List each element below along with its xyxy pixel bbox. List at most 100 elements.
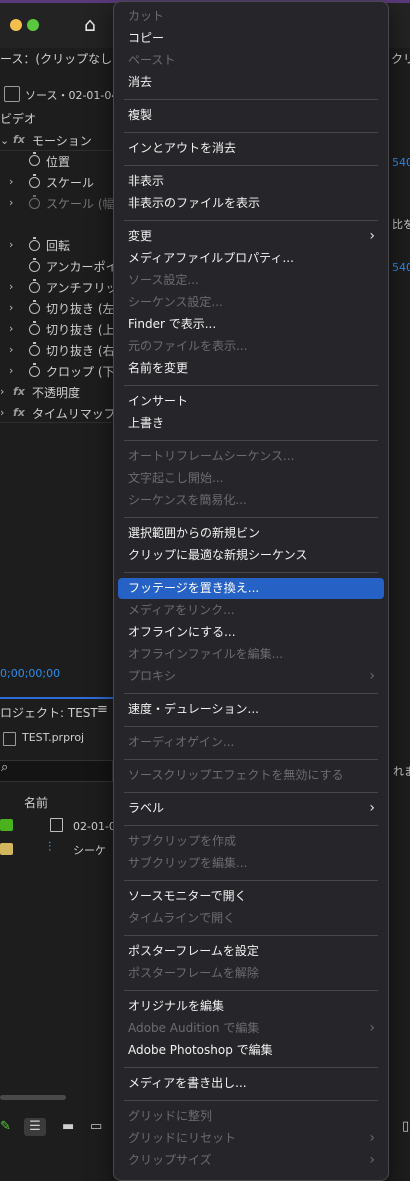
minimize-window-button[interactable] xyxy=(10,19,22,31)
property-antiflicker: アンチフリッ xyxy=(46,281,118,295)
project-item-sequence[interactable]: シーケ xyxy=(73,842,106,858)
menu-item: ソースクリップエフェクトを無効にする xyxy=(118,765,384,786)
icon-view-icon[interactable]: ▬ xyxy=(62,1118,74,1136)
menu-item[interactable]: 非表示のファイルを表示 xyxy=(118,193,384,214)
menu-item-label: Adobe Audition で編集 xyxy=(128,1021,260,1035)
menu-item[interactable]: メディアを書き出し... xyxy=(118,1073,384,1094)
menu-item-label: クリップに最適な新規シーケンス xyxy=(128,548,308,562)
menu-item[interactable]: インとアウトを消去 xyxy=(118,138,384,159)
menu-item[interactable]: ソースモニターで開く xyxy=(118,886,384,907)
chevron-right-icon[interactable]: › xyxy=(9,301,13,314)
menu-item[interactable]: フッテージを置き換え... xyxy=(118,578,384,599)
menu-item[interactable]: 非表示 xyxy=(118,171,384,192)
motion-expand-icon[interactable]: ⌄ xyxy=(0,134,9,147)
menu-separator xyxy=(124,880,378,881)
menu-separator xyxy=(124,220,378,221)
menu-item[interactable]: オリジナルを編集 xyxy=(118,996,384,1017)
submenu-chevron-icon: › xyxy=(369,800,375,816)
menu-item[interactable]: 複製 xyxy=(118,105,384,126)
menu-item[interactable]: オフラインにする... xyxy=(118,622,384,643)
chevron-right-icon[interactable]: › xyxy=(9,343,13,356)
menu-separator xyxy=(124,935,378,936)
menu-item[interactable]: 消去 xyxy=(118,72,384,93)
value-position[interactable]: 540 xyxy=(392,156,410,169)
menu-item[interactable]: インサート xyxy=(118,391,384,412)
chevron-right-icon[interactable]: › xyxy=(9,238,13,251)
menu-item[interactable]: ラベル › xyxy=(118,798,384,819)
menu-item[interactable]: 上書き xyxy=(118,413,384,434)
clip-icon xyxy=(4,86,20,102)
submenu-chevron-icon: › xyxy=(369,668,375,684)
chevron-right-icon[interactable]: › xyxy=(9,364,13,377)
stopwatch-icon[interactable] xyxy=(29,279,40,293)
menu-item-label: ポスターフレームを設定 xyxy=(128,944,259,958)
menu-item: メディアをリンク... xyxy=(118,600,384,621)
source-tab[interactable]: ソース・02-01-04 xyxy=(25,87,118,103)
menu-item: シーケンス設定... xyxy=(118,292,384,313)
stopwatch-icon[interactable] xyxy=(29,152,40,166)
stopwatch-icon[interactable] xyxy=(29,174,40,188)
menu-item[interactable]: ポスターフレームを設定 xyxy=(118,941,384,962)
property-crop-top: 切り抜き (上 xyxy=(46,323,115,337)
home-icon[interactable]: ⌂ xyxy=(84,14,106,36)
label-color-swatch[interactable] xyxy=(0,819,13,831)
value-aspect: 比を xyxy=(392,218,410,231)
menu-item-label: Finder で表示... xyxy=(128,317,217,331)
freeform-view-icon[interactable]: ▭ xyxy=(90,1118,102,1136)
stopwatch-icon[interactable] xyxy=(29,342,40,356)
pencil-icon[interactable]: ✎ xyxy=(0,1118,11,1136)
label-color-swatch[interactable] xyxy=(0,843,13,855)
stopwatch-icon[interactable] xyxy=(29,258,40,272)
property-rotation: 回転 xyxy=(46,239,71,253)
menu-item-label: ペースト xyxy=(128,53,176,67)
panel-menu-icon[interactable]: ≡ xyxy=(97,702,108,717)
menu-item-label: コピー xyxy=(128,31,165,45)
chevron-right-icon[interactable]: › xyxy=(0,406,4,419)
name-column-header[interactable]: 名前 xyxy=(24,794,48,811)
menu-item: オートリフレームシーケンス... xyxy=(118,446,384,467)
property-crop-right: 切り抜き (右 xyxy=(46,344,115,358)
menu-item[interactable]: Finder で表示... xyxy=(118,314,384,335)
project-title[interactable]: ロジェクト: TEST xyxy=(0,704,98,721)
chevron-right-icon[interactable]: › xyxy=(9,280,13,293)
stopwatch-icon[interactable] xyxy=(29,300,40,314)
right-header-text: クリ xyxy=(391,52,410,66)
value-anchor[interactable]: 540 xyxy=(392,261,410,274)
property-position: 位置 xyxy=(46,155,71,169)
trash-icon[interactable]: ▯ xyxy=(402,1118,409,1136)
timeremap-label: タイムリマップ xyxy=(32,407,116,421)
menu-item[interactable]: コピー xyxy=(118,28,384,49)
submenu-chevron-icon: › xyxy=(369,228,375,244)
menu-item-label: オフラインファイルを編集... xyxy=(128,647,284,661)
chevron-right-icon[interactable]: › xyxy=(9,196,13,209)
stopwatch-icon[interactable] xyxy=(29,237,40,251)
menu-item-label: フッテージを置き換え... xyxy=(128,581,260,595)
list-view-icon[interactable]: ☰ xyxy=(24,1118,46,1136)
menu-item: ペースト xyxy=(118,50,384,71)
stopwatch-icon[interactable] xyxy=(29,321,40,335)
chevron-right-icon[interactable]: › xyxy=(9,322,13,335)
menu-item[interactable]: メディアファイルプロパティ... xyxy=(118,248,384,269)
stopwatch-icon[interactable] xyxy=(29,363,40,377)
chevron-right-icon[interactable]: › xyxy=(9,175,13,188)
horizontal-scrollbar[interactable] xyxy=(0,1095,66,1100)
menu-item[interactable]: 変更 › xyxy=(118,226,384,247)
menu-separator xyxy=(124,693,378,694)
chevron-right-icon[interactable]: › xyxy=(0,385,4,398)
menu-item[interactable]: 速度・デュレーション... xyxy=(118,699,384,720)
zoom-window-button[interactable] xyxy=(27,19,39,31)
menu-item: グリッドにリセット › xyxy=(118,1128,384,1149)
menu-item[interactable]: 名前を変更 xyxy=(118,358,384,379)
menu-item[interactable]: 選択範囲からの新規ビン xyxy=(118,523,384,544)
timecode[interactable]: 0;00;00;00 xyxy=(0,667,60,680)
menu-item[interactable]: Adobe Photoshop で編集 xyxy=(118,1040,384,1061)
menu-separator xyxy=(124,792,378,793)
source-header-text: ース：(クリップなし) xyxy=(0,52,117,66)
project-search-input[interactable] xyxy=(0,760,113,782)
menu-separator xyxy=(124,517,378,518)
menu-item[interactable]: クリップに最適な新規シーケンス xyxy=(118,545,384,566)
menu-item-label: メディアファイルプロパティ... xyxy=(128,251,294,265)
video-section-label: ビデオ xyxy=(0,112,37,126)
menu-item-label: 複製 xyxy=(128,108,153,122)
menu-item-label: メディアをリンク... xyxy=(128,603,235,617)
